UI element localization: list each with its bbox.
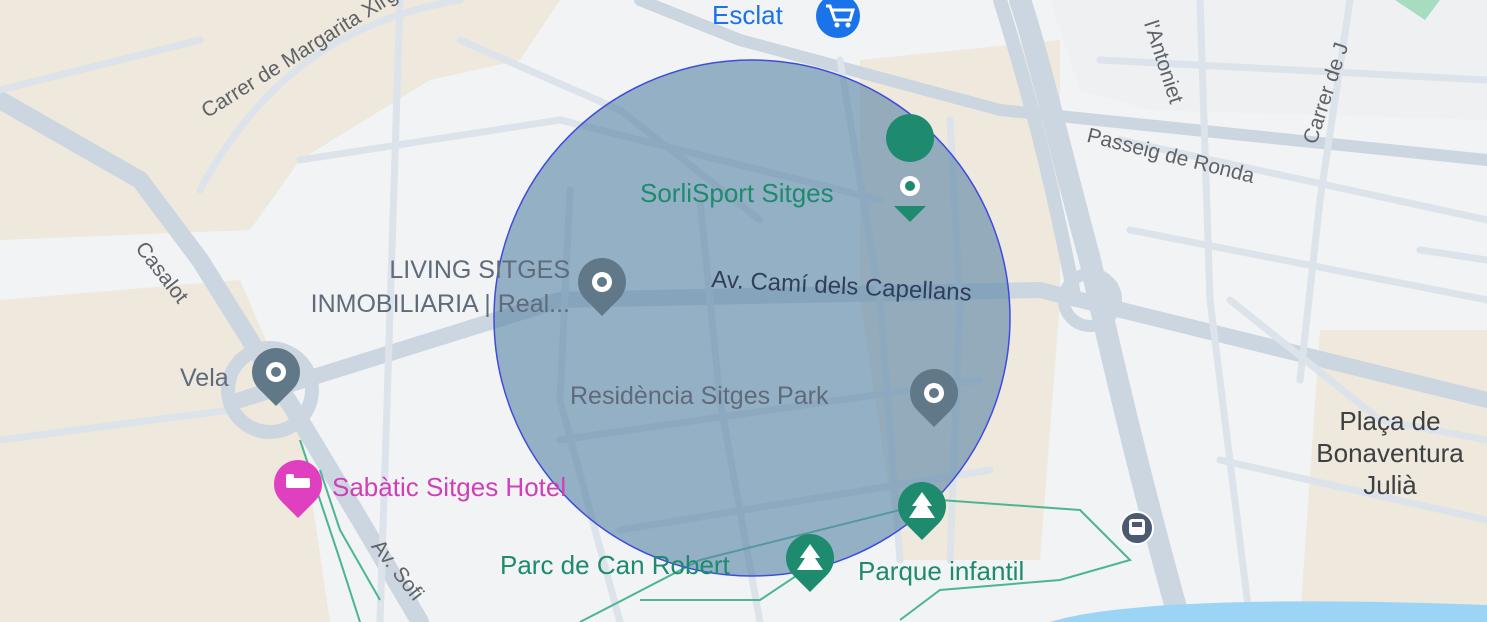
poi-label-sorlisport[interactable]: SorliSport Sitges bbox=[640, 180, 834, 206]
poi-label-parc-can-robert[interactable]: Parc de Can Robert bbox=[500, 552, 730, 578]
poi-label-living-2[interactable]: INMOBILIARIA | Real... bbox=[250, 292, 570, 317]
poi-label-living-1[interactable]: LIVING SITGES bbox=[250, 258, 570, 283]
map-viewport[interactable]: Carrer de Margarita Xirgu Casalot Passei… bbox=[0, 0, 1487, 622]
poi-label-residencia[interactable]: Residència Sitges Park bbox=[570, 384, 828, 409]
poi-label-sabatic[interactable]: Sabàtic Sitges Hotel bbox=[332, 474, 566, 500]
bus-stop-icon[interactable] bbox=[1120, 511, 1154, 545]
poi-label-vela[interactable]: Vela bbox=[180, 366, 229, 391]
place-label-placa-1: Plaça de bbox=[1339, 406, 1441, 436]
place-label-placa-2: Bonaventura bbox=[1316, 438, 1464, 468]
place-label-placa-3: Julià bbox=[1363, 470, 1417, 500]
poi-label-esclat[interactable]: Esclat bbox=[712, 2, 783, 28]
poi-label-parque-infantil[interactable]: Parque infantil bbox=[858, 558, 1024, 584]
